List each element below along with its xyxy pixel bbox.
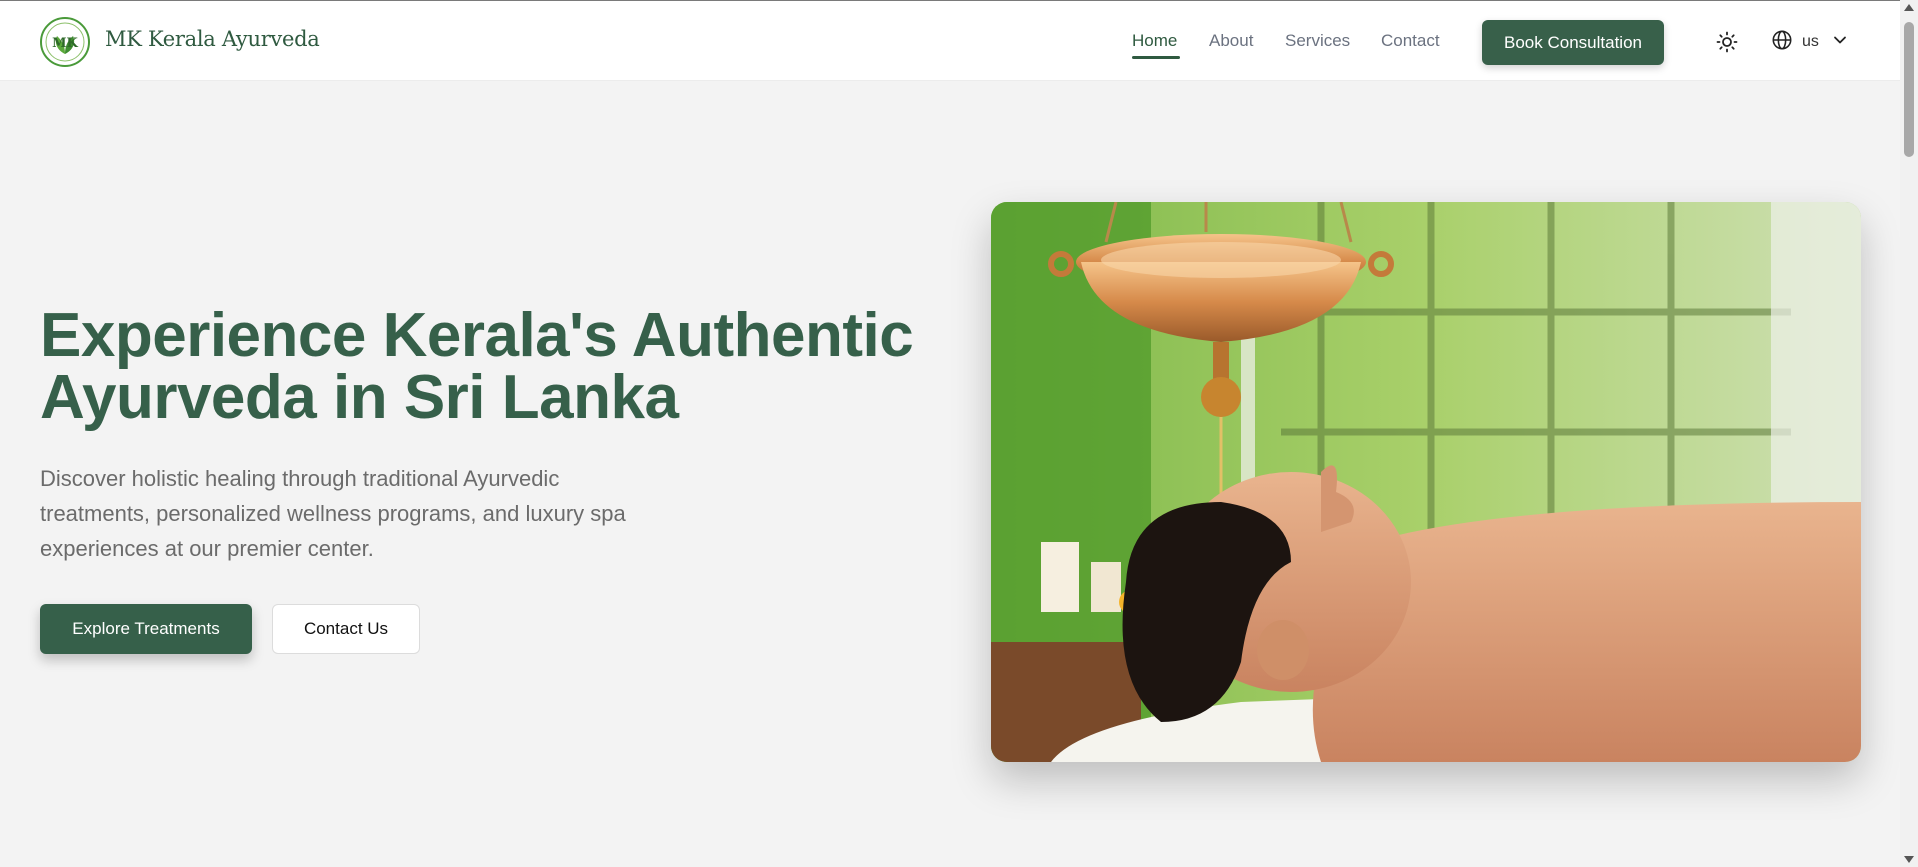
brand-name[interactable]: MK Kerala Ayurveda [105,27,320,51]
logo-initials: MK [52,36,78,51]
hero-subtitle-line-1: Discover holistic healing through tradit… [40,466,560,491]
active-nav-indicator [1132,56,1180,59]
sun-icon[interactable] [1715,30,1739,54]
shirodhara-treatment-photo [991,202,1861,762]
language-code: us [1802,33,1819,50]
language-selector[interactable]: us [1771,29,1848,55]
chevron-down-icon [1832,32,1848,53]
hero-subtitle-line-3: experiences at our premier center. [40,536,374,561]
hero-subtitle-line-2: treatments, personalized wellness progra… [40,501,626,526]
nav-contact[interactable]: Contact [1381,31,1440,51]
leaf-logo-icon[interactable]: MK [39,16,91,68]
scroll-thumb[interactable] [1904,22,1914,157]
hero-title-line-2: Ayurveda in Sri Lanka [40,363,679,432]
nav-services[interactable]: Services [1285,31,1350,51]
scroll-up-arrow-icon[interactable] [1904,4,1914,11]
hero-subtitle: Discover holistic healing through tradit… [40,461,680,566]
hero-title-line-1: Experience Kerala's Authentic [40,301,914,370]
book-consultation-button[interactable]: Book Consultation [1482,20,1664,65]
explore-treatments-button[interactable]: Explore Treatments [40,604,252,654]
page-scrollbar[interactable] [1900,0,1918,867]
nav-about[interactable]: About [1209,31,1253,51]
nav-home[interactable]: Home [1132,31,1177,51]
hero-title: Experience Kerala's Authentic Ayurveda i… [40,305,940,429]
scroll-down-arrow-icon[interactable] [1904,856,1914,863]
site-header: MK MK Kerala Ayurveda Home About Service… [0,0,1900,81]
globe-icon [1771,29,1793,56]
contact-us-button[interactable]: Contact Us [272,604,420,654]
